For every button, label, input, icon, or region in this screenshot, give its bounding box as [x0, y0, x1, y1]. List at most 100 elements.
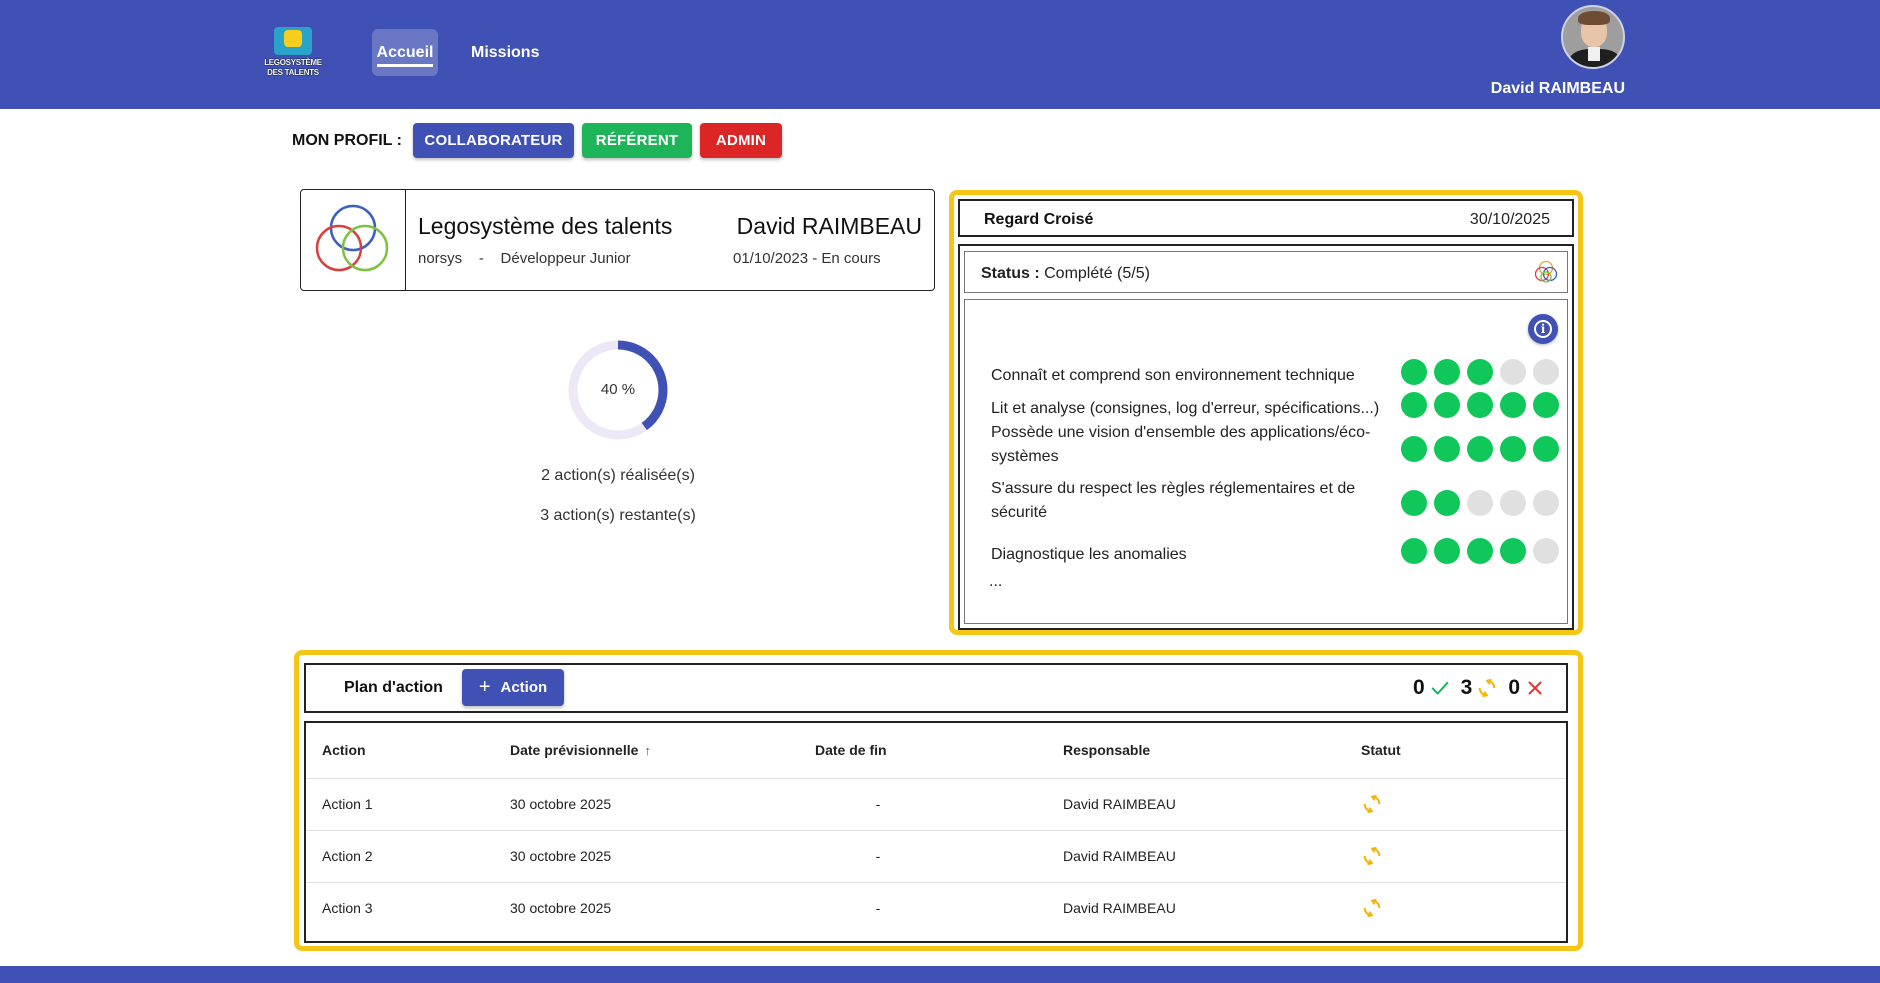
skill-rating — [1401, 538, 1559, 564]
user-avatar[interactable] — [1561, 5, 1625, 69]
count-failed: 0 — [1508, 676, 1520, 699]
cell-date-fin: - — [799, 778, 1047, 831]
logo-text-line1: LEGOSYSTÈME — [264, 58, 322, 67]
skill-label: Diagnostique les anomalies — [991, 546, 1187, 563]
table-row[interactable]: Action 3 30 octobre 2025 - David RAIMBEAU — [306, 882, 1566, 934]
top-navbar: LEGOSYSTÈME DES TALENTS Accueil Missions… — [0, 0, 1880, 109]
profile-label: MON PROFIL : — [292, 132, 402, 149]
rating-dot-empty — [1500, 359, 1526, 385]
nav-missions[interactable]: Missions — [463, 29, 543, 76]
skill-label: Lit et analyse (consignes, log d'erreur,… — [991, 400, 1380, 417]
table-row[interactable]: Action 1 30 octobre 2025- David RAIMBEAU — [306, 778, 1566, 831]
table-row[interactable]: Action 2 30 octobre 2025- David RAIMBEAU — [306, 830, 1566, 883]
rating-dot-filled — [1401, 538, 1427, 564]
count-done: 0 — [1412, 676, 1425, 699]
table-header-row: Action Date prévisionnelle ↑ Date de fin … — [306, 723, 1566, 779]
cell-date-prev: 30 octobre 2025 — [494, 778, 799, 831]
mission-rings-icon — [315, 204, 389, 272]
cell-date-fin: - — [875, 900, 881, 917]
info-icon: i — [1534, 320, 1552, 338]
cell-statut — [1345, 882, 1566, 934]
regard-croise-panel: Regard Croisé 30/10/2025 Status : Complé… — [949, 190, 1583, 635]
skill-rating — [1401, 490, 1559, 516]
nav-accueil[interactable]: Accueil — [372, 29, 438, 76]
cell-action: Action 1 — [306, 778, 494, 831]
status-label: Status : — [981, 265, 1040, 282]
rating-dot-filled — [1401, 436, 1427, 462]
role-referent-button[interactable]: RÉFÉRENT — [582, 123, 692, 158]
rating-dot-filled — [1434, 490, 1460, 516]
avatar-hair — [1578, 11, 1610, 25]
regard-date: 30/10/2025 — [1469, 211, 1550, 228]
rating-dot-empty — [1533, 359, 1559, 385]
in-progress-icon[interactable] — [1361, 897, 1383, 919]
col-statut[interactable]: Statut — [1345, 723, 1566, 779]
avatar-collar — [1588, 47, 1600, 61]
rating-dot-filled — [1533, 392, 1559, 418]
app-logo[interactable]: LEGOSYSTÈME DES TALENTS — [262, 27, 324, 81]
skill-label: Possède une vision d'ensemble des applic… — [991, 424, 1371, 465]
col-action[interactable]: Action — [306, 723, 494, 779]
close-icon — [1528, 681, 1542, 695]
regard-title: Regard Croisé — [984, 211, 1094, 228]
logo-text-line2: DES TALENTS — [267, 68, 319, 77]
user-name: David RAIMBEAU — [1490, 80, 1625, 97]
cell-action: Action 2 — [306, 830, 494, 883]
rings-icon[interactable] — [1533, 259, 1559, 285]
mission-card[interactable]: Legosystème des talents norsys - Dévelop… — [300, 189, 935, 291]
cell-date-prev: 30 octobre 2025 — [494, 830, 799, 883]
rating-dot-filled — [1500, 392, 1526, 418]
mission-title: Legosystème des talents — [418, 213, 673, 239]
in-progress-icon[interactable] — [1361, 793, 1383, 815]
logo-lego-head-icon — [284, 30, 302, 47]
cell-date-prev: 30 octobre 2025 — [510, 900, 612, 917]
rating-dot-empty — [1500, 490, 1526, 516]
cell-responsable: David RAIMBEAU — [1063, 900, 1176, 917]
skill-label: S'assure du respect les règles réglement… — [991, 480, 1356, 521]
skills-box: i ... Connaît et comprend son environnem… — [964, 299, 1568, 624]
plan-table: Action Date prévisionnelle ↑ Date de fin … — [304, 721, 1568, 943]
nav-accueil-label: Accueil — [376, 39, 434, 67]
rating-dot-filled — [1401, 359, 1427, 385]
rating-dot-empty — [1533, 490, 1559, 516]
role-collaborateur-button[interactable]: COLLABORATEUR — [413, 123, 574, 158]
col-date-prev[interactable]: Date prévisionnelle ↑ — [494, 723, 799, 779]
check-icon — [1431, 681, 1448, 695]
skills-more: ... — [989, 573, 1003, 590]
rating-dot-filled — [1467, 538, 1493, 564]
regard-body: Status : Complété (5/5) i ... Connaît et… — [958, 244, 1574, 630]
add-action-label: Action — [500, 679, 548, 696]
rating-dot-filled — [1500, 436, 1526, 462]
skill-label: Connaît et comprend son environnement te… — [991, 367, 1355, 384]
sort-arrow-up-icon[interactable]: ↑ — [644, 743, 651, 758]
in-progress-icon[interactable] — [1361, 845, 1383, 867]
col-responsable[interactable]: Responsable — [1047, 723, 1345, 779]
rating-dot-filled — [1401, 392, 1427, 418]
rating-dot-filled — [1434, 392, 1460, 418]
info-button[interactable]: i — [1528, 314, 1558, 344]
rating-dot-filled — [1467, 392, 1493, 418]
actions-table: Action Date prévisionnelle ↑ Date de fin … — [306, 723, 1566, 934]
role-admin-button[interactable]: ADMIN — [700, 123, 782, 158]
cell-responsable: David RAIMBEAU — [1047, 778, 1345, 831]
rating-dot-filled — [1401, 490, 1427, 516]
actions-remaining-text: 3 action(s) restante(s) — [540, 507, 696, 524]
cell-action: Action 3 — [322, 900, 373, 917]
mission-subtitle: norsys - Développeur Junior — [418, 250, 631, 267]
plan-title: Plan d'action — [344, 679, 443, 696]
rating-dot-filled — [1467, 436, 1493, 462]
mission-company: norsys — [418, 250, 463, 267]
col-date-fin[interactable]: Date de fin — [799, 723, 1047, 779]
status-row: Status : Complété (5/5) — [964, 251, 1568, 293]
mission-logo — [301, 190, 406, 290]
mission-role: Développeur Junior — [500, 250, 631, 267]
plan-action-panel: Plan d'action + Action 0 3 0 Action Date… — [294, 650, 1583, 951]
cell-date-fin: - — [799, 830, 1047, 883]
col-date-prev-label: Date prévisionnelle — [510, 742, 639, 759]
mission-person: David RAIMBEAU — [736, 213, 922, 239]
rating-dot-filled — [1467, 359, 1493, 385]
cell-statut — [1345, 778, 1566, 831]
add-action-button[interactable]: + Action — [462, 669, 564, 706]
mission-dates: 01/10/2023 - En cours — [733, 250, 881, 267]
rating-dot-filled — [1533, 436, 1559, 462]
